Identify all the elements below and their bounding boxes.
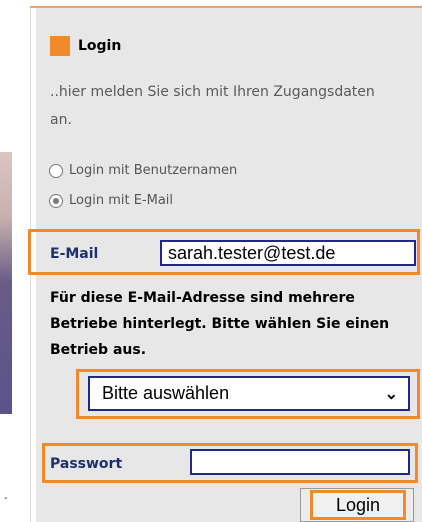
- radio-label-email: Login mit E-Mail: [69, 193, 174, 208]
- chevron-down-icon: ⌄: [384, 385, 398, 403]
- login-title: Login: [78, 38, 122, 54]
- radio-label-username: Login mit Benutzernamen: [69, 163, 238, 178]
- business-select[interactable]: Bitte auswählen ⌄: [88, 376, 410, 411]
- intro-text: ..hier melden Sie sich mit Ihren Zugangs…: [50, 84, 375, 128]
- radio-login-username[interactable]: Login mit Benutzernamen: [49, 163, 237, 178]
- multiple-business-info: Für diese E-Mail-Adresse sind mehrere Be…: [50, 290, 390, 358]
- login-header: Login: [50, 36, 121, 56]
- password-field[interactable]: [190, 449, 410, 475]
- password-label: Passwort: [50, 456, 123, 472]
- radio-login-email[interactable]: Login mit E-Mail: [49, 193, 173, 208]
- business-select-value: Bitte auswählen: [102, 383, 230, 403]
- left-marker: -: [4, 493, 8, 504]
- orange-square-icon: [50, 36, 70, 56]
- email-field[interactable]: sarah.tester@test.de: [160, 240, 416, 266]
- email-label: E-Mail: [50, 246, 99, 262]
- left-side-image: [0, 152, 12, 414]
- radio-unchecked-icon[interactable]: [49, 163, 63, 178]
- radio-checked-icon[interactable]: [49, 193, 63, 208]
- login-button[interactable]: Login: [310, 490, 406, 520]
